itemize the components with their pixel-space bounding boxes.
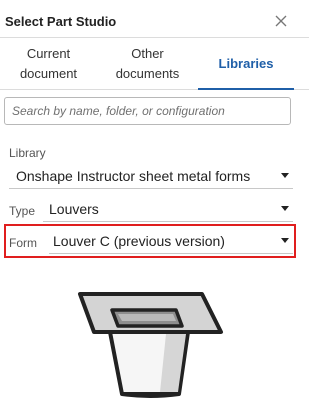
close-icon[interactable] <box>272 12 290 30</box>
type-label: Type <box>9 204 36 218</box>
form-select[interactable]: Form Louver C (previous version) <box>9 232 293 254</box>
type-select-value: Louvers <box>49 201 99 217</box>
chevron-down-icon <box>281 173 289 178</box>
tab-current-document[interactable]: Current document <box>0 38 97 90</box>
form-select-underline <box>49 253 293 254</box>
tab-current-document-label-line1: Current <box>26 46 71 61</box>
chevron-down-icon <box>281 206 289 211</box>
source-tabs: Current document Other documents Librari… <box>0 38 309 90</box>
chevron-down-icon <box>281 238 289 243</box>
type-select-underline <box>43 221 293 222</box>
library-select[interactable]: Onshape Instructor sheet metal forms <box>9 167 293 189</box>
dialog-title: Select Part Studio <box>5 14 117 29</box>
tab-other-documents-label-line1: Other <box>131 46 164 61</box>
dialog-header: Select Part Studio <box>0 0 309 38</box>
library-select-value: Onshape Instructor sheet metal forms <box>16 168 251 184</box>
tab-other-documents-label-line2: documents <box>115 66 180 81</box>
tab-libraries-label: Libraries <box>218 56 274 71</box>
tab-libraries[interactable]: Libraries <box>198 38 294 90</box>
library-label: Library <box>9 146 46 160</box>
form-select-value: Louver C (previous version) <box>53 233 225 249</box>
search-input[interactable] <box>4 97 291 125</box>
tab-current-document-label-line2: document <box>19 66 78 81</box>
library-select-underline <box>9 188 293 189</box>
form-label: Form <box>9 236 37 250</box>
tab-other-documents[interactable]: Other documents <box>97 38 198 90</box>
type-select[interactable]: Type Louvers <box>9 200 293 222</box>
louver-form-preview <box>76 290 226 402</box>
